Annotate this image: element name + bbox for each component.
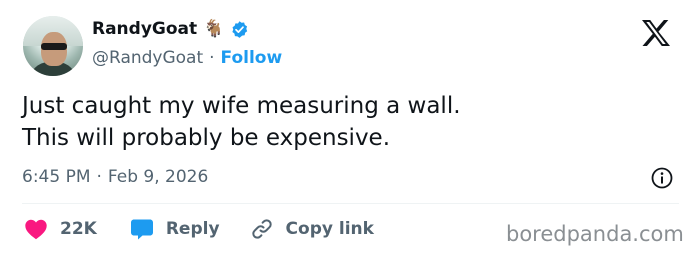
tweet-actions: 22K Reply Copy link bbox=[24, 217, 374, 241]
reply-button[interactable]: Reply bbox=[130, 217, 220, 241]
goat-emoji: 🐐 bbox=[203, 19, 225, 39]
copy-link-label: Copy link bbox=[285, 219, 374, 239]
x-logo-icon[interactable] bbox=[641, 19, 671, 47]
author-handle[interactable]: @RandyGoat bbox=[92, 47, 203, 69]
separator-dot: · bbox=[209, 48, 215, 68]
info-icon[interactable] bbox=[650, 166, 674, 190]
watermark: boredpanda.com bbox=[506, 222, 684, 246]
separator-dot: · bbox=[96, 167, 102, 187]
avatar-sunglasses bbox=[41, 43, 67, 50]
like-button[interactable]: 22K bbox=[24, 218, 97, 240]
author-name-row: RandyGoat 🐐 bbox=[92, 18, 249, 40]
author-handle-row: @RandyGoat · Follow bbox=[92, 47, 282, 69]
tweet-timestamp[interactable]: 6:45 PM · Feb 9, 2026 bbox=[22, 166, 208, 188]
author-display-name[interactable]: RandyGoat bbox=[92, 18, 197, 40]
follow-button[interactable]: Follow bbox=[221, 47, 283, 69]
heart-icon bbox=[25, 219, 47, 240]
tweet-time: 6:45 PM bbox=[22, 167, 91, 187]
reply-label: Reply bbox=[165, 219, 220, 239]
like-count: 22K bbox=[60, 219, 97, 239]
reply-bubble-icon bbox=[130, 219, 153, 240]
avatar[interactable] bbox=[23, 16, 83, 76]
tweet-text: Just caught my wife measuring a wall. Th… bbox=[22, 90, 461, 154]
divider bbox=[22, 203, 679, 204]
copy-link-button[interactable]: Copy link bbox=[250, 217, 374, 241]
verified-badge-icon bbox=[232, 20, 248, 38]
tweet-text-line: Just caught my wife measuring a wall. bbox=[22, 93, 461, 119]
tweet-date: Feb 9, 2026 bbox=[107, 167, 209, 187]
tweet-text-line: This will probably be expensive. bbox=[22, 125, 391, 151]
link-icon bbox=[251, 219, 272, 239]
